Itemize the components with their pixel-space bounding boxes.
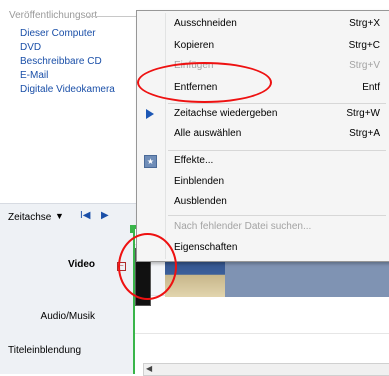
menu-item-copy-label: Kopieren	[174, 40, 215, 51]
highlight-clip-oval	[118, 233, 177, 300]
audio-track-row[interactable]	[135, 303, 389, 334]
menu-item-copy-shortcut: Strg+C	[348, 40, 380, 51]
menu-item-play-timeline[interactable]: Zeitachse wiedergeben Strg+W	[137, 105, 389, 123]
menu-item-properties-label: Eigenschaften	[174, 242, 238, 253]
highlight-remove-oval	[137, 62, 272, 103]
menu-item-find-missing: Nach fehlender Datei suchen...	[137, 218, 389, 236]
rewind-icon[interactable]: I◀	[80, 210, 90, 221]
publish-item-computer[interactable]: Dieser Computer	[20, 27, 115, 41]
title-track-row[interactable]	[135, 336, 389, 362]
track-audio-label: Audio/Musik	[40, 311, 95, 322]
horizontal-scrollbar[interactable]: ◀	[143, 363, 389, 376]
menu-item-cut-shortcut: Strg+X	[349, 18, 380, 29]
publish-list: Dieser Computer DVD Beschreibbare CD E-M…	[20, 27, 115, 97]
menu-item-effects[interactable]: ★ Effekte...	[137, 152, 389, 170]
menu-item-fade-out[interactable]: Ausblenden	[137, 193, 389, 211]
publish-panel: Veröffentlichungsort Dieser Computer DVD…	[0, 0, 136, 203]
menu-separator	[168, 150, 386, 151]
track-video-label: Video	[67, 259, 95, 270]
publish-item-dvd[interactable]: DVD	[20, 41, 115, 55]
menu-item-copy[interactable]: Kopieren Strg+C	[137, 37, 389, 55]
menu-item-play-timeline-label: Zeitachse wiedergeben	[174, 108, 278, 119]
scroll-left-icon[interactable]: ◀	[146, 364, 152, 373]
publish-item-cd[interactable]: Beschreibbare CD	[20, 55, 115, 69]
chevron-down-icon[interactable]: ▼	[55, 211, 64, 221]
publish-item-email[interactable]: E-Mail	[20, 69, 115, 83]
menu-item-select-all-label: Alle auswählen	[174, 128, 242, 139]
context-menu: Ausschneiden Strg+X Kopieren Strg+C Einf…	[136, 10, 389, 262]
menu-item-find-missing-label: Nach fehlender Datei suchen...	[174, 221, 312, 232]
menu-item-fade-in[interactable]: Einblenden	[137, 173, 389, 191]
menu-item-fade-in-label: Einblenden	[174, 176, 225, 187]
menu-item-cut-label: Ausschneiden	[174, 18, 237, 29]
menu-item-play-timeline-shortcut: Strg+W	[346, 108, 380, 119]
menu-item-fade-out-label: Ausblenden	[174, 196, 227, 207]
menu-separator	[168, 103, 386, 104]
menu-item-remove-shortcut: Entf	[362, 82, 380, 93]
effects-icon: ★	[144, 155, 157, 168]
menu-item-select-all[interactable]: Alle auswählen Strg+A	[137, 125, 389, 143]
menu-item-paste-shortcut: Strg+V	[349, 60, 380, 71]
menu-item-cut[interactable]: Ausschneiden Strg+X	[137, 15, 389, 33]
publish-header-rule	[84, 16, 136, 17]
menu-item-select-all-shortcut: Strg+A	[349, 128, 380, 139]
menu-separator	[168, 215, 386, 216]
track-title-label: Titeleinblendung	[8, 345, 82, 356]
menu-item-effects-label: Effekte...	[174, 155, 214, 166]
play-icon	[146, 109, 154, 119]
timeline-label[interactable]: Zeitachse	[8, 212, 51, 223]
play-timeline-icon[interactable]: ▶	[101, 210, 109, 221]
timeline-toolbar: Zeitachse ▼ I◀ ▶	[0, 203, 136, 230]
publish-item-camera[interactable]: Digitale Videokamera	[20, 83, 115, 97]
track-names: Video − Audio/Musik Titeleinblendung	[0, 229, 133, 374]
